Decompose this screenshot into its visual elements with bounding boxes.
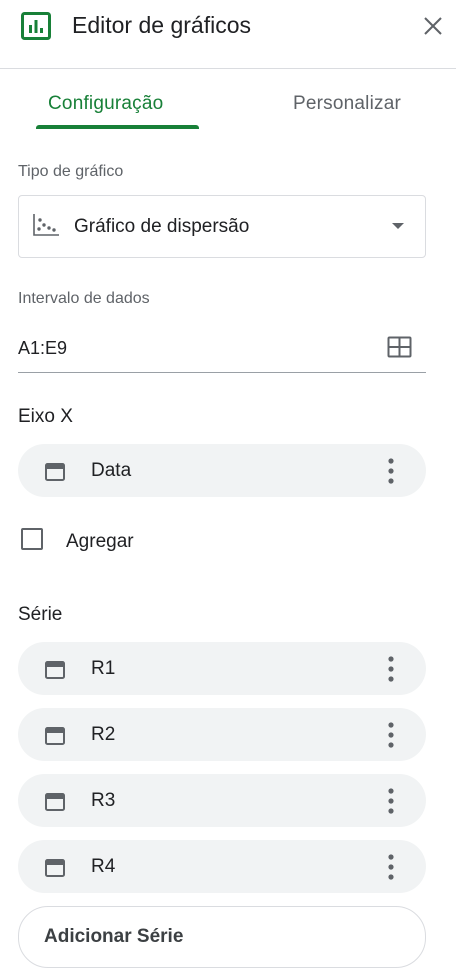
close-icon[interactable] <box>420 13 446 39</box>
add-series-label: Adicionar Série <box>44 926 184 947</box>
chart-type-label: Tipo de gráfico <box>18 163 124 180</box>
x-axis-title: Eixo X <box>18 406 73 427</box>
tab-personalizar[interactable]: Personalizar <box>293 91 401 117</box>
scatter-chart-icon <box>33 214 59 236</box>
more-vert-icon[interactable] <box>383 787 399 815</box>
series-chip[interactable]: R1 <box>18 642 426 695</box>
chevron-down-icon <box>392 223 404 229</box>
editor-header: Editor de gráficos <box>0 0 456 69</box>
tab-configuracao[interactable]: Configuração <box>48 91 163 117</box>
calendar-icon <box>45 727 65 745</box>
series-label: R1 <box>91 658 116 679</box>
series-label: R4 <box>91 856 116 877</box>
series-chip[interactable]: R2 <box>18 708 426 761</box>
series-chip[interactable]: R4 <box>18 840 426 893</box>
more-vert-icon[interactable] <box>383 655 399 683</box>
series-chip[interactable]: R3 <box>18 774 426 827</box>
chart-type-value: Gráfico de dispersão <box>74 216 250 237</box>
select-range-grid-icon[interactable] <box>387 336 412 358</box>
calendar-icon <box>45 661 65 679</box>
aggregate-label: Agregar <box>66 531 134 552</box>
data-range-label: Intervalo de dados <box>18 290 150 307</box>
x-axis-field-chip[interactable]: Data <box>18 444 426 497</box>
add-series-button[interactable]: Adicionar Série <box>18 906 426 968</box>
x-axis-field-label: Data <box>91 460 132 481</box>
more-vert-icon[interactable] <box>383 721 399 749</box>
calendar-icon <box>45 463 65 481</box>
data-range-value: A1:E9 <box>18 338 68 358</box>
series-label: R3 <box>91 790 116 811</box>
calendar-icon <box>45 859 65 877</box>
more-vert-icon[interactable] <box>383 457 399 485</box>
more-vert-icon[interactable] <box>383 853 399 881</box>
chart-type-select[interactable]: Gráfico de dispersão <box>18 195 426 258</box>
panel-title: Editor de gráficos <box>72 12 251 38</box>
active-tab-indicator <box>36 125 199 129</box>
series-label: R2 <box>91 724 116 745</box>
calendar-icon <box>45 793 65 811</box>
tab-bar: Configuração Personalizar <box>0 69 456 131</box>
series-title: Série <box>18 604 63 625</box>
aggregate-checkbox[interactable] <box>21 528 43 550</box>
data-range-input[interactable]: A1:E9 <box>18 328 426 373</box>
chart-logo-icon <box>21 12 51 40</box>
